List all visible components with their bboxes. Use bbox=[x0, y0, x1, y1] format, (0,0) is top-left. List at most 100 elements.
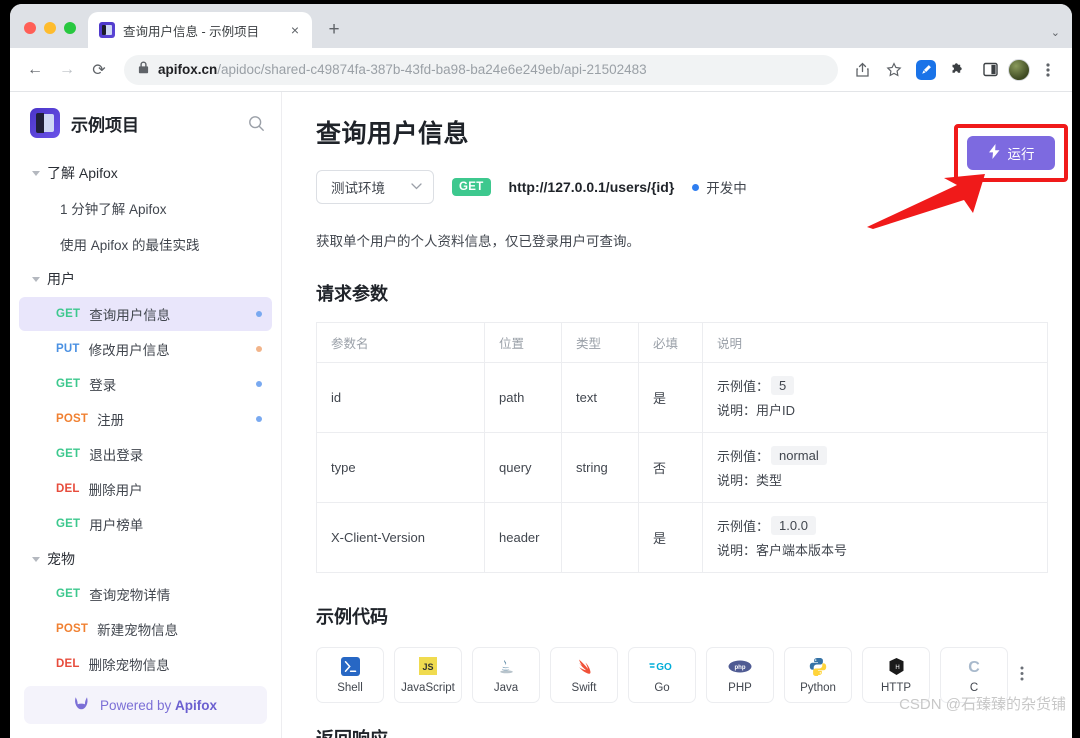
lock-icon bbox=[138, 61, 149, 79]
bookmark-star-icon[interactable] bbox=[880, 56, 908, 84]
table-row: type query string 否 示例值： normal 说明：类型 bbox=[316, 432, 1048, 503]
param-in: header bbox=[484, 502, 562, 573]
tab-shell[interactable]: Shell bbox=[316, 647, 384, 703]
code-section-title: 示例代码 bbox=[316, 607, 388, 627]
close-tab-icon[interactable]: × bbox=[286, 21, 304, 39]
side-panel-icon[interactable] bbox=[976, 56, 1004, 84]
param-type: string bbox=[561, 432, 639, 503]
share-icon[interactable] bbox=[848, 56, 876, 84]
javascript-icon: JS bbox=[419, 656, 437, 676]
sidebar-item-create-pet[interactable]: POST 新建宠物信息 bbox=[19, 612, 272, 646]
table-header-row: 参数名 位置 类型 必填 说明 bbox=[316, 322, 1048, 363]
sidebar-item-register[interactable]: POST 注册 bbox=[19, 402, 272, 436]
sidebar-group-pets[interactable]: 宠物 bbox=[10, 542, 281, 576]
tab-javascript[interactable]: JS JavaScript bbox=[394, 647, 462, 703]
tab-label: Shell bbox=[337, 682, 363, 694]
param-required: 否 bbox=[638, 432, 703, 503]
example-line: 示例值： 5 bbox=[717, 376, 1033, 395]
sidebar-group-users[interactable]: 用户 bbox=[10, 262, 281, 296]
puzzle-extensions-icon[interactable] bbox=[944, 56, 972, 84]
example-label: 示例值： bbox=[717, 449, 770, 464]
sidebar-item-label: 删除用户 bbox=[88, 483, 143, 498]
sidebar-item-label: 登录 bbox=[89, 378, 117, 393]
column-header-type: 类型 bbox=[561, 322, 639, 363]
status-label: 开发中 bbox=[706, 181, 747, 196]
forward-button[interactable]: → bbox=[52, 55, 82, 85]
new-tab-button[interactable]: + bbox=[320, 16, 348, 44]
tab-label: Swift bbox=[571, 682, 597, 694]
sidebar-item-user-ranking[interactable]: GET 用户榜单 bbox=[19, 507, 272, 541]
method-badge: DEL bbox=[56, 658, 80, 670]
sidebar-item-label: 注册 bbox=[97, 413, 125, 428]
project-logo-icon bbox=[30, 108, 60, 138]
sidebar-group-label: 用户 bbox=[47, 271, 75, 287]
param-name: id bbox=[316, 362, 485, 433]
example-value: 5 bbox=[771, 376, 795, 395]
run-button[interactable]: 运行 bbox=[967, 136, 1055, 170]
maximize-window-button[interactable] bbox=[64, 22, 76, 34]
sidebar-item-doc-2[interactable]: 使用 Apifox 的最佳实践 bbox=[10, 226, 281, 262]
sidebar-item-label: 查询用户信息 bbox=[89, 308, 171, 323]
svg-text:H: H bbox=[895, 665, 899, 671]
method-badge: GET bbox=[56, 378, 81, 390]
tab-java[interactable]: Java bbox=[472, 647, 540, 703]
url-path: /apidoc/shared-c49874fa-387b-43fd-ba98-b… bbox=[217, 62, 647, 77]
search-icon[interactable] bbox=[248, 115, 265, 132]
table-row: X-Client-Version header 是 示例值： 1.0.0 说明：… bbox=[316, 502, 1048, 573]
toolbar-icons bbox=[848, 56, 1062, 84]
address-bar[interactable]: apifox.cn/apidoc/shared-c49874fa-387b-43… bbox=[124, 54, 838, 85]
reload-button[interactable]: ⟳ bbox=[84, 55, 114, 85]
sidebar-item-delete-pet[interactable]: DEL 删除宠物信息 bbox=[19, 647, 272, 681]
example-line: 示例值： 1.0.0 bbox=[717, 516, 1033, 535]
environment-selector[interactable]: 测试环境 bbox=[316, 170, 434, 204]
window-traffic-lights[interactable] bbox=[10, 22, 88, 48]
extension-badge-icon[interactable] bbox=[912, 56, 940, 84]
sidebar-group-learn[interactable]: 了解 Apifox bbox=[10, 156, 281, 190]
status-dot bbox=[256, 416, 262, 422]
caret-down-icon bbox=[32, 170, 40, 176]
go-icon: GO bbox=[649, 656, 675, 676]
tab-go[interactable]: GO Go bbox=[628, 647, 696, 703]
tab-label: PHP bbox=[728, 682, 752, 694]
watermark: CSDN @石臻臻的杂货铺 bbox=[899, 696, 1066, 713]
param-in: query bbox=[484, 432, 562, 503]
example-line: 示例值： normal bbox=[717, 446, 1033, 465]
sidebar-item-logout[interactable]: GET 退出登录 bbox=[19, 437, 272, 471]
back-button[interactable]: ← bbox=[20, 55, 50, 85]
svg-text:JS: JS bbox=[422, 662, 433, 672]
sidebar: 示例项目 了解 Apifox 1 分钟了解 Apifox 使用 Apifox 的… bbox=[10, 92, 282, 738]
example-label: 示例值： bbox=[717, 519, 770, 534]
sidebar-nav: 了解 Apifox 1 分钟了解 Apifox 使用 Apifox 的最佳实践 … bbox=[10, 152, 281, 686]
param-name: X-Client-Version bbox=[316, 502, 485, 573]
powered-by-apifox[interactable]: Powered by Apifox bbox=[24, 686, 267, 724]
sidebar-item-query-pet[interactable]: GET 查询宠物详情 bbox=[19, 577, 272, 611]
sidebar-item-delete-user[interactable]: DEL 删除用户 bbox=[19, 472, 272, 506]
params-section-title: 请求参数 bbox=[316, 284, 388, 304]
example-value: normal bbox=[771, 446, 827, 465]
params-table: 参数名 位置 类型 必填 说明 id path text 是 示例值： 5 说明… bbox=[316, 322, 1048, 573]
browser-window: 查询用户信息 - 示例项目 × + ⌄ ← → ⟳ apifox.cn/apid… bbox=[10, 4, 1072, 738]
minimize-window-button[interactable] bbox=[44, 22, 56, 34]
sidebar-item-modify-user[interactable]: PUT 修改用户信息 bbox=[19, 332, 272, 366]
browser-tab[interactable]: 查询用户信息 - 示例项目 × bbox=[88, 12, 312, 48]
sidebar-item-label: 退出登录 bbox=[89, 448, 144, 463]
method-badge: GET bbox=[56, 518, 81, 530]
sidebar-group-label: 宠物 bbox=[47, 551, 75, 567]
chrome-menu-icon[interactable] bbox=[1034, 56, 1062, 84]
sidebar-item-label: 查询宠物详情 bbox=[89, 588, 171, 603]
more-languages-icon[interactable] bbox=[1020, 665, 1024, 685]
sidebar-item-doc-1[interactable]: 1 分钟了解 Apifox bbox=[10, 190, 281, 226]
param-required: 是 bbox=[638, 502, 703, 573]
close-window-button[interactable] bbox=[24, 22, 36, 34]
sidebar-item-login[interactable]: GET 登录 bbox=[19, 367, 272, 401]
status-dot bbox=[256, 381, 262, 387]
tab-php[interactable]: php PHP bbox=[706, 647, 774, 703]
tab-swift[interactable]: Swift bbox=[550, 647, 618, 703]
tab-python[interactable]: Python bbox=[784, 647, 852, 703]
status-dot bbox=[256, 346, 262, 352]
profile-avatar[interactable] bbox=[1008, 58, 1030, 81]
sidebar-item-query-user[interactable]: GET 查询用户信息 bbox=[19, 297, 272, 331]
chevron-down-icon[interactable]: ⌄ bbox=[1051, 26, 1060, 39]
java-icon bbox=[498, 656, 515, 676]
chevron-down-icon bbox=[411, 181, 422, 193]
